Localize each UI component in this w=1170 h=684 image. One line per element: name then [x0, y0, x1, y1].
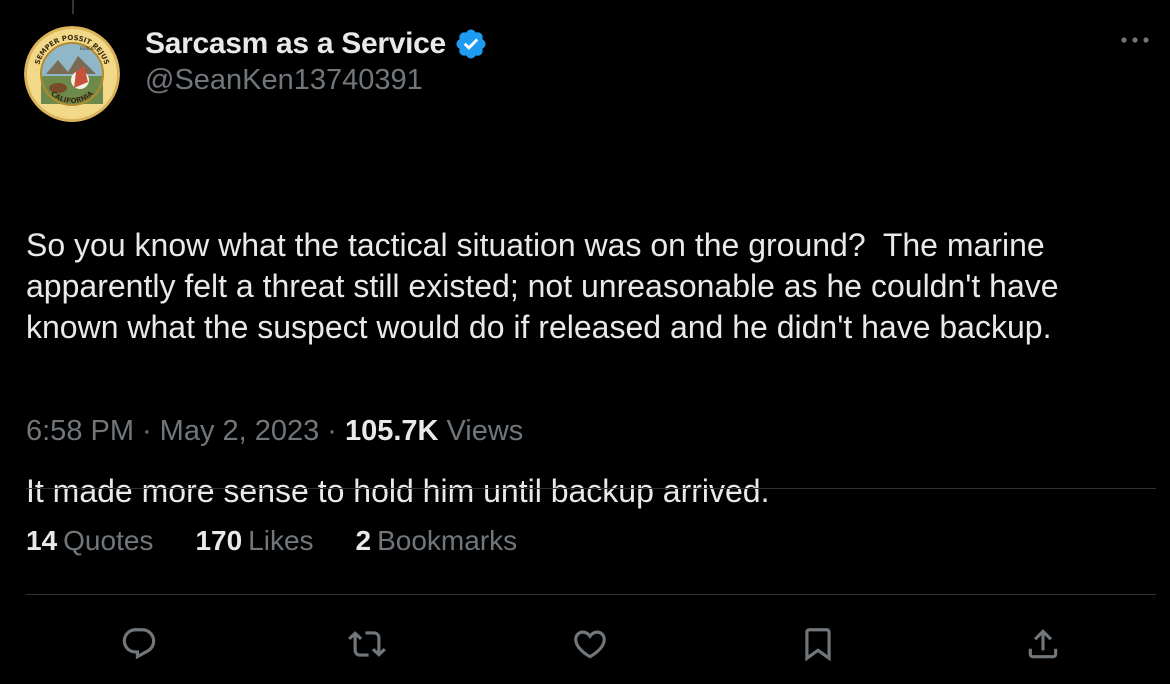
meta-separator: ·	[327, 415, 337, 447]
author-display-name[interactable]: Sarcasm as a Service	[145, 27, 446, 61]
tweet-meta: 6:58 PM · May 2, 2023 · 105.7K Views	[26, 415, 523, 448]
divider	[26, 488, 1156, 489]
tweet-time[interactable]: 6:58 PM	[26, 415, 134, 448]
tweet-paragraph: So you know what the tactical situation …	[26, 227, 1068, 345]
avatar[interactable]: SEMPER POSSIT PEJUS CALIFORNIA EUREKA	[24, 26, 120, 122]
bookmark-button[interactable]	[796, 622, 840, 666]
california-seal-icon: SEMPER POSSIT PEJUS CALIFORNIA EUREKA	[24, 26, 120, 122]
views-count[interactable]: 105.7K	[345, 415, 439, 448]
reply-button[interactable]	[117, 622, 161, 666]
bookmarks-label: Bookmarks	[377, 525, 518, 556]
reply-icon	[122, 628, 156, 660]
likes-stat[interactable]: 170 Likes	[195, 525, 313, 557]
views-label[interactable]: Views	[438, 415, 523, 448]
retweet-button[interactable]	[345, 622, 389, 666]
bookmarks-stat[interactable]: 2 Bookmarks	[356, 525, 518, 557]
divider	[26, 594, 1156, 595]
bookmark-icon	[805, 628, 831, 662]
thread-connector-line	[72, 0, 74, 14]
author-handle[interactable]: @SeanKen13740391	[145, 64, 423, 97]
svg-text:EUREKA: EUREKA	[80, 46, 96, 51]
tweet-date[interactable]: May 2, 2023	[160, 415, 320, 448]
engagement-stats: 14 Quotes 170 Likes 2 Bookmarks	[26, 525, 517, 557]
meta-separator: ·	[142, 415, 152, 447]
likes-count: 170	[195, 525, 243, 556]
tweet-text: So you know what the tactical situation …	[26, 143, 1151, 553]
share-icon	[1028, 629, 1058, 659]
author-name-row: Sarcasm as a Service	[145, 24, 488, 64]
retweet-icon	[348, 631, 386, 657]
heart-icon	[574, 630, 606, 659]
quotes-stat[interactable]: 14 Quotes	[26, 525, 153, 557]
tweet-paragraph: It made more sense to hold him until bac…	[26, 473, 770, 509]
quotes-label: Quotes	[63, 525, 154, 556]
like-button[interactable]	[568, 622, 612, 666]
more-horizontal-icon[interactable]	[1118, 28, 1152, 52]
share-button[interactable]	[1021, 622, 1065, 666]
verified-badge-icon	[456, 29, 486, 59]
quotes-count: 14	[26, 525, 58, 556]
likes-label: Likes	[248, 525, 314, 556]
action-bar	[0, 622, 1170, 666]
bookmarks-count: 2	[355, 525, 372, 556]
